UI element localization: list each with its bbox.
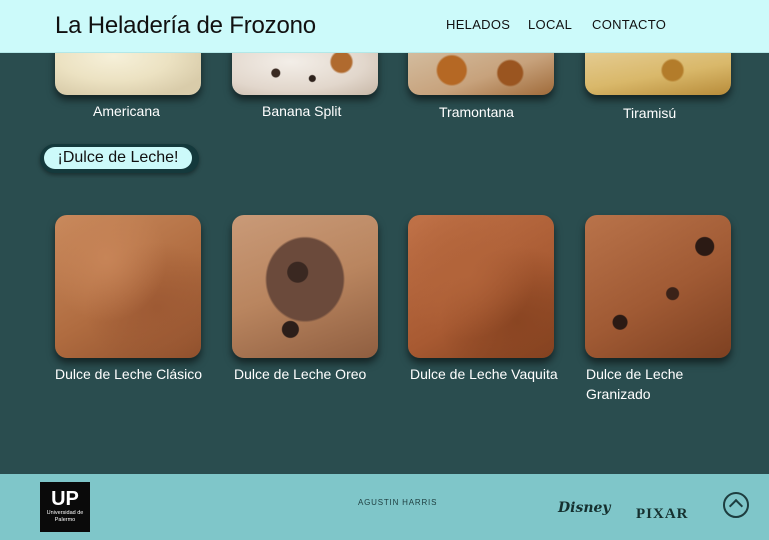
flavor-label: Dulce de Leche Granizado (586, 366, 684, 402)
flavor-image-dulce-de-leche-granizado[interactable] (585, 215, 731, 358)
flavor-label: Tiramisú (623, 105, 677, 121)
flavor-label: Americana (93, 103, 160, 119)
university-logo: UP Universidad de Palermo (40, 482, 90, 532)
flavor-image-dulce-de-leche-clasico[interactable] (55, 215, 201, 358)
flavor-image-dulce-de-leche-oreo[interactable] (232, 215, 378, 358)
back-to-top-button[interactable] (723, 492, 749, 518)
brand-title[interactable]: La Heladería de Frozono (55, 12, 316, 40)
pixar-logo: PIXAR (636, 506, 689, 522)
flavor-label: Tramontana (439, 104, 514, 120)
flavor-label: Dulce de Leche Vaquita (410, 366, 558, 382)
nav-link-local[interactable]: LOCAL (528, 17, 572, 32)
section-heading-label: ¡Dulce de Leche! (44, 147, 192, 169)
flavor-label: Dulce de Leche Clásico (55, 366, 203, 382)
nav-link-helados[interactable]: HELADOS (446, 17, 510, 32)
flavor-label: Banana Split (262, 103, 342, 119)
site-footer: UP Universidad de Palermo AGUSTIN HARRIS… (0, 474, 769, 540)
logo-subtext: Universidad de Palermo (46, 510, 84, 523)
nav-link-contacto[interactable]: CONTACTO (592, 17, 666, 32)
site-header: La Heladería de Frozono HELADOS LOCAL CO… (0, 0, 769, 53)
flavor-label: Dulce de Leche Oreo (234, 366, 367, 382)
section-heading-dulce-de-leche: ¡Dulce de Leche! (40, 144, 199, 173)
logo-text: UP (51, 488, 79, 510)
flavor-image-dulce-de-leche-vaquita[interactable] (408, 215, 554, 358)
author-credit: AGUSTIN HARRIS (358, 498, 438, 507)
disney-logo: Disney (558, 500, 611, 516)
chevron-up-icon (728, 498, 744, 514)
